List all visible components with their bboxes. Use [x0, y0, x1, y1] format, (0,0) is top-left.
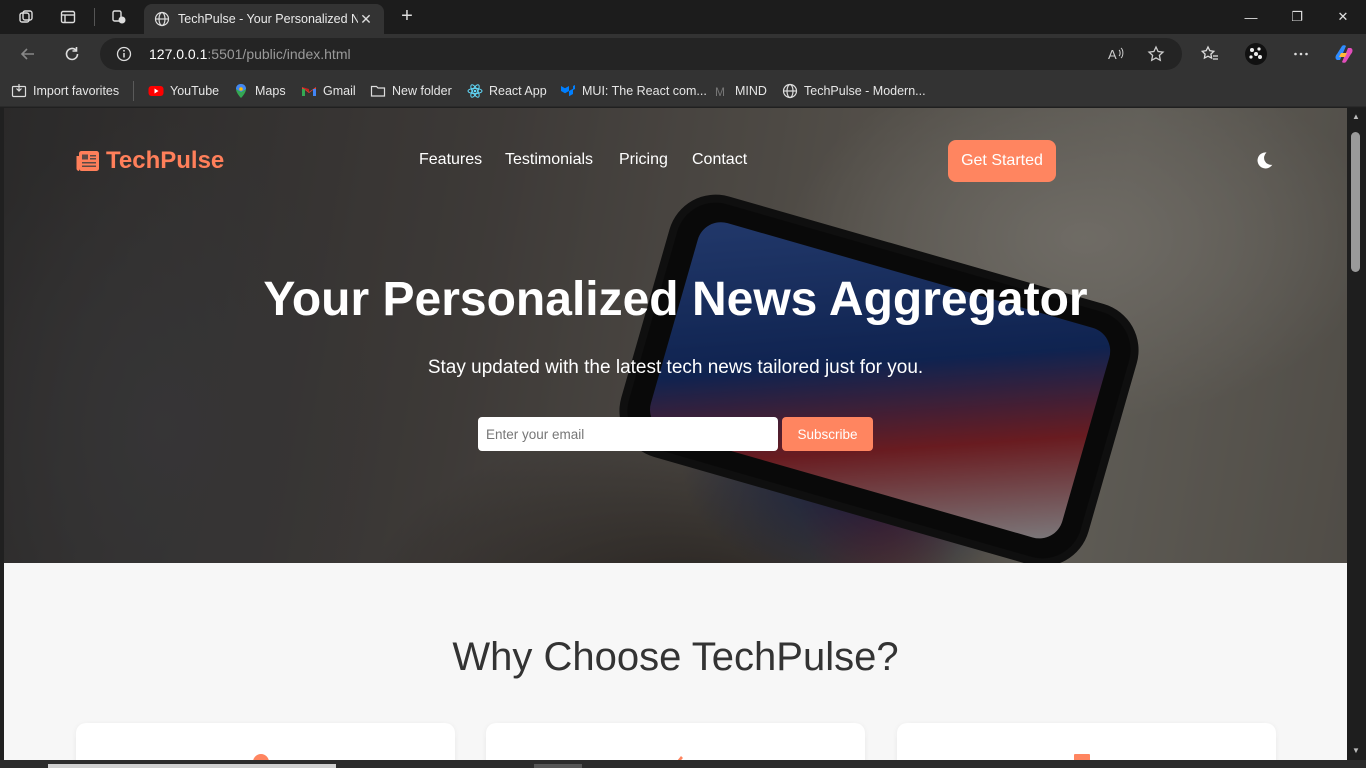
scroll-down-icon[interactable]: ▼ [1351, 746, 1361, 756]
bookmark-youtube[interactable]: YouTube [148, 81, 219, 101]
favorite-star-icon[interactable] [1146, 44, 1166, 64]
bookmark-label: Import favorites [33, 84, 120, 98]
hero-overlay [4, 108, 1347, 563]
feature-icon [1074, 754, 1090, 760]
bookmark-label: MIND [735, 84, 767, 98]
favorites-icon[interactable] [1199, 43, 1221, 65]
bookmark-import-favorites[interactable]: Import favorites [11, 81, 119, 101]
copilot-icon[interactable] [1332, 42, 1356, 66]
bookmark-label: New folder [392, 84, 452, 98]
horizontal-scroll-segment [534, 764, 582, 768]
hero-title: Your Personalized News Aggregator [263, 273, 1088, 326]
email-input[interactable] [478, 417, 778, 451]
hero-subtitle: Stay updated with the latest tech news t… [427, 357, 924, 378]
scrollbar-thumb[interactable] [1351, 132, 1360, 272]
mind-icon: M [713, 83, 729, 99]
feature-card [897, 723, 1276, 760]
svg-text:A: A [1108, 47, 1117, 62]
globe-icon [782, 83, 798, 99]
nav-link-testimonials[interactable]: Testimonials [505, 151, 593, 169]
tab-actions-icon[interactable] [57, 6, 79, 28]
horizontal-scroll-thumb[interactable] [48, 764, 336, 768]
moon-icon[interactable] [1254, 150, 1274, 170]
url-text[interactable]: 127.0.0.1:5501/public/index.html [149, 46, 351, 62]
youtube-icon [148, 83, 164, 99]
url-path: :5501/public/index.html [207, 46, 351, 62]
browser-toolbar: 127.0.0.1:5501/public/index.html A [0, 34, 1366, 74]
collections-icon[interactable] [108, 6, 130, 28]
bookmarks-separator [133, 81, 134, 101]
scroll-up-icon[interactable]: ▲ [1351, 112, 1361, 122]
refresh-icon[interactable] [61, 43, 83, 65]
hero-section: TechPulse Features Testimonials Pricing … [4, 108, 1347, 563]
site-logo[interactable]: TechPulse [75, 147, 224, 175]
more-options-icon[interactable] [1290, 43, 1312, 65]
page-scrollbar[interactable]: ▲ ▼ [1347, 108, 1366, 760]
bookmark-label: MUI: The React com... [582, 84, 707, 98]
bookmark-mui[interactable]: MUI: The React com... [560, 81, 707, 101]
nav-link-contact[interactable]: Contact [692, 151, 747, 169]
tab-title: TechPulse - Your Personalized News Aggre… [178, 12, 358, 26]
bookmark-label: TechPulse - Modern... [804, 84, 926, 98]
tab-separator [94, 8, 95, 26]
url-host: 127.0.0.1 [149, 46, 208, 62]
bookmark-react-app[interactable]: React App [467, 81, 547, 101]
profile-avatar[interactable] [1244, 42, 1268, 66]
bookmark-label: Maps [255, 84, 286, 98]
bookmark-techpulse[interactable]: TechPulse - Modern... [782, 81, 926, 101]
feature-icon [253, 754, 269, 760]
maps-icon [233, 83, 249, 99]
section-title: Why Choose TechPulse? [452, 635, 899, 679]
logo-text: TechPulse [106, 147, 225, 174]
active-tab[interactable]: TechPulse - Your Personalized News Aggre… [144, 4, 384, 34]
bookmark-mind[interactable]: M MIND [713, 81, 767, 101]
back-icon[interactable] [17, 43, 39, 65]
bookmark-label: YouTube [170, 84, 220, 98]
mui-icon [560, 83, 576, 99]
maximize-button[interactable]: ❐ [1274, 0, 1320, 34]
bookmark-gmail[interactable]: Gmail [301, 81, 356, 101]
workspaces-icon[interactable] [15, 6, 37, 28]
svg-text:M: M [715, 85, 725, 99]
nav-link-features[interactable]: Features [419, 151, 482, 169]
nav-link-pricing[interactable]: Pricing [619, 151, 668, 169]
horizontal-scroll-area [0, 760, 1366, 768]
bookmark-maps[interactable]: Maps [233, 81, 286, 101]
browser-tab-bar: TechPulse - Your Personalized News Aggre… [0, 0, 1366, 34]
feature-icon [677, 756, 683, 760]
tab-close-icon[interactable]: ✕ [358, 11, 374, 28]
address-bar[interactable]: 127.0.0.1:5501/public/index.html A [100, 38, 1182, 70]
new-tab-icon[interactable]: + [396, 6, 418, 28]
react-icon [467, 83, 483, 99]
bookmark-new-folder[interactable]: New folder [370, 81, 452, 101]
feature-card [76, 723, 455, 760]
feature-card [486, 723, 865, 760]
bookmark-label: React App [489, 84, 547, 98]
minimize-button[interactable]: — [1228, 0, 1274, 34]
site-info-icon[interactable] [116, 46, 132, 62]
subscribe-button[interactable]: Subscribe [782, 417, 873, 451]
read-aloud-icon[interactable]: A [1106, 44, 1126, 64]
gmail-icon [301, 83, 317, 99]
newspaper-icon [76, 151, 99, 171]
folder-icon [370, 83, 386, 99]
page-viewport: TechPulse Features Testimonials Pricing … [4, 108, 1347, 760]
bookmarks-bar: Import favorites YouTube Maps Gmail New … [0, 74, 1366, 107]
get-started-button[interactable]: Get Started [948, 140, 1056, 182]
import-icon [11, 83, 27, 99]
bookmark-label: Gmail [323, 84, 356, 98]
close-window-button[interactable]: ✕ [1320, 0, 1366, 34]
globe-icon [154, 11, 170, 27]
